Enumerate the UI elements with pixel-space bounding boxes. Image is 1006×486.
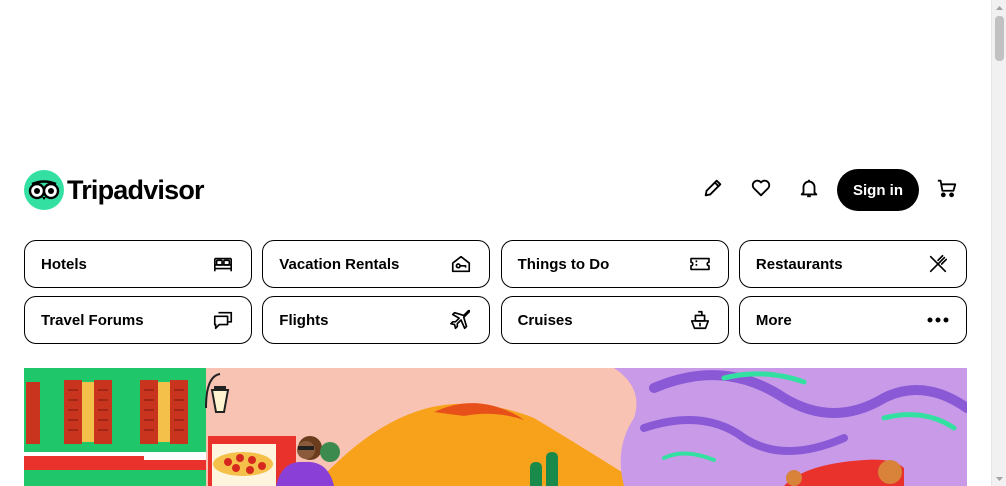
cart-icon — [936, 177, 958, 204]
category-flights[interactable]: Flights — [262, 296, 491, 344]
house-key-icon — [449, 252, 473, 276]
ticket-icon — [688, 252, 712, 276]
pencil-icon — [702, 177, 724, 204]
category-travel-forums[interactable]: Travel Forums — [24, 296, 252, 344]
chevron-down-icon — [996, 476, 1003, 481]
category-label: Travel Forums — [41, 311, 144, 329]
owl-eyes-icon — [24, 170, 64, 210]
category-nav: Hotels Vacation Rentals Things to Do Res… — [24, 240, 967, 344]
category-label: Hotels — [41, 255, 87, 273]
ship-icon — [688, 308, 712, 332]
tripadvisor-logo[interactable]: Tripadvisor — [24, 170, 205, 210]
category-label: Things to Do — [517, 255, 610, 273]
scroll-thumb[interactable] — [995, 16, 1004, 61]
category-restaurants[interactable]: Restaurants — [738, 240, 967, 288]
category-label: Restaurants — [755, 255, 843, 273]
fork-knife-icon — [926, 252, 950, 276]
header-actions: Sign in — [689, 169, 967, 211]
heart-icon — [750, 177, 772, 204]
scroll-down-button[interactable] — [992, 471, 1006, 486]
bell-icon — [798, 177, 820, 204]
category-more[interactable]: More — [738, 296, 967, 344]
category-hotels[interactable]: Hotels — [24, 240, 252, 288]
hero-illustration — [24, 368, 967, 486]
category-label: Vacation Rentals — [279, 255, 400, 273]
signin-button[interactable]: Sign in — [837, 169, 919, 211]
chat-bubbles-icon — [211, 308, 235, 332]
bed-icon — [211, 252, 235, 276]
notifications-button[interactable] — [785, 169, 833, 211]
category-label: Cruises — [517, 311, 573, 329]
cart-button[interactable] — [927, 169, 967, 211]
brand-name: Tripadvisor — [67, 174, 205, 205]
trips-button[interactable] — [737, 169, 785, 211]
scroll-up-button[interactable] — [992, 0, 1006, 15]
category-label: More — [755, 311, 792, 329]
chevron-up-icon — [996, 5, 1003, 10]
category-label: Flights — [279, 311, 329, 329]
site-header: Tripadvisor Sign in — [24, 169, 967, 211]
page-scrollbar[interactable] — [991, 0, 1006, 486]
review-button[interactable] — [689, 169, 737, 211]
more-dots-icon — [926, 308, 950, 332]
airplane-icon — [449, 308, 473, 332]
category-cruises[interactable]: Cruises — [500, 296, 729, 344]
category-vacation-rentals[interactable]: Vacation Rentals — [262, 240, 491, 288]
category-things-to-do[interactable]: Things to Do — [500, 240, 729, 288]
